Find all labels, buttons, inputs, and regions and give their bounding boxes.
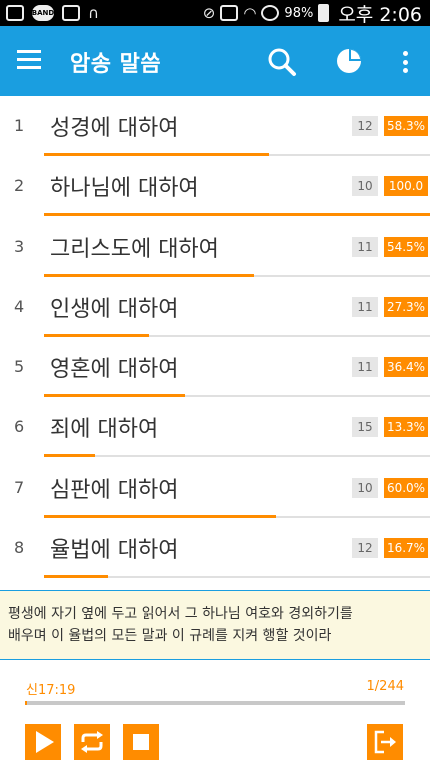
item-title: 죄에 대하여 bbox=[50, 417, 159, 443]
item-number: 7 bbox=[14, 477, 25, 497]
item-progress-track bbox=[44, 575, 430, 579]
menu-icon[interactable] bbox=[17, 50, 41, 70]
list-item[interactable]: 8 율법에 대하여 12 16.7% bbox=[0, 518, 430, 579]
item-percent-badge: 58.3% bbox=[384, 116, 428, 136]
item-number: 5 bbox=[14, 357, 25, 377]
list-item[interactable]: 3 그리스도에 대하여 11 54.5% bbox=[0, 217, 430, 277]
item-count-badge: 11 bbox=[352, 296, 378, 317]
item-title: 성경에 대하여 bbox=[50, 116, 179, 141]
item-count-badge: 11 bbox=[352, 236, 378, 257]
item-percent-badge: 54.5% bbox=[384, 236, 428, 257]
app-title: 암송 말씀 bbox=[70, 52, 162, 77]
image-icon bbox=[6, 5, 24, 21]
status-bar-left: BAND ∩ bbox=[6, 3, 99, 23]
pie-chart-icon[interactable] bbox=[334, 46, 364, 76]
status-bar-right: ⊘ ◠ 98% 오후 2:06 bbox=[203, 0, 422, 26]
battery-percent: 98% bbox=[284, 5, 314, 21]
playback-progress-fill bbox=[25, 701, 27, 705]
item-title: 심판에 대하여 bbox=[50, 477, 179, 503]
item-number: 8 bbox=[14, 538, 25, 558]
band-icon: BAND bbox=[32, 5, 54, 21]
item-number: 6 bbox=[14, 417, 25, 437]
item-percent-badge: 60.0% bbox=[384, 477, 428, 498]
item-count-badge: 15 bbox=[352, 417, 378, 438]
verse-panel: 평생에 자기 옆에 두고 읽어서 그 하나님 여호와 경외하기를 배우며 이 율… bbox=[0, 590, 430, 660]
item-number: 2 bbox=[14, 176, 25, 196]
item-title: 영혼에 대하여 bbox=[50, 357, 179, 383]
verse-position: 1/244 bbox=[366, 679, 404, 694]
item-percent-badge: 27.3% bbox=[384, 296, 428, 317]
headset-icon: ∩ bbox=[88, 3, 99, 22]
search-icon[interactable] bbox=[266, 46, 298, 78]
repeat-icon bbox=[81, 731, 103, 753]
item-title: 하나님에 대하여 bbox=[50, 176, 199, 202]
exit-icon bbox=[374, 730, 396, 754]
item-title: 인생에 대하여 bbox=[50, 296, 179, 322]
item-count-badge: 10 bbox=[352, 176, 378, 197]
topic-list: 1 성경에 대하여 12 58.3% 2 하나님에 대하여 10 100.0 3 그리스도에 대하… bbox=[0, 96, 430, 579]
exit-button[interactable] bbox=[367, 724, 403, 760]
verse-line-2: 배우며 이 율법의 모든 말과 이 규례를 지켜 행할 것이라 bbox=[8, 628, 332, 644]
wifi-icon: ◠ bbox=[243, 3, 257, 22]
nfc-icon bbox=[220, 5, 239, 21]
app-bar: 암송 말씀 bbox=[0, 26, 430, 96]
status-bar: BAND ∩ ⊘ ◠ 98% 오후 2:06 bbox=[0, 0, 430, 26]
list-item[interactable]: 5 영혼에 대하여 11 36.4% bbox=[0, 337, 430, 398]
item-count-badge: 10 bbox=[352, 477, 378, 498]
item-number: 3 bbox=[14, 236, 25, 256]
item-count-badge: 12 bbox=[352, 116, 378, 136]
item-percent-badge: 36.4% bbox=[384, 357, 428, 378]
play-icon bbox=[36, 731, 54, 753]
mute-icon: ⊘ bbox=[202, 3, 216, 22]
stop-icon bbox=[133, 734, 149, 750]
player-bar: 신17:19 1/244 bbox=[0, 661, 430, 772]
clock: 오후 2:06 bbox=[338, 3, 422, 26]
item-title: 그리스도에 대하여 bbox=[50, 236, 219, 262]
band-label: BAND bbox=[31, 9, 55, 17]
play-button[interactable] bbox=[25, 724, 61, 760]
stop-button[interactable] bbox=[123, 724, 159, 760]
more-vert-icon[interactable] bbox=[398, 48, 412, 76]
item-percent-badge: 100.0 bbox=[384, 176, 428, 197]
item-percent-badge: 13.3% bbox=[384, 417, 428, 438]
list-item[interactable]: 1 성경에 대하여 12 58.3% bbox=[0, 96, 430, 156]
list-item[interactable]: 6 죄에 대하여 15 13.3% bbox=[0, 397, 430, 458]
verse-line-1: 평생에 자기 옆에 두고 읽어서 그 하나님 여호와 경외하기를 bbox=[8, 606, 353, 622]
repeat-button[interactable] bbox=[74, 724, 110, 760]
item-count-badge: 11 bbox=[352, 357, 378, 378]
item-number: 4 bbox=[14, 296, 25, 316]
item-count-badge: 12 bbox=[352, 538, 378, 559]
item-title: 율법에 대하여 bbox=[50, 538, 179, 564]
playback-progress[interactable] bbox=[25, 701, 405, 705]
battery-icon bbox=[318, 4, 330, 22]
verse-reference: 신17:19 bbox=[26, 683, 76, 698]
blocked-notification-icon bbox=[62, 5, 80, 21]
no-sim-icon bbox=[261, 5, 280, 21]
list-item[interactable]: 4 인생에 대하여 11 27.3% bbox=[0, 277, 430, 337]
item-number: 1 bbox=[14, 116, 25, 135]
item-percent-badge: 16.7% bbox=[384, 538, 428, 559]
list-item[interactable]: 7 심판에 대하여 10 60.0% bbox=[0, 458, 430, 518]
list-item[interactable]: 2 하나님에 대하여 10 100.0 bbox=[0, 156, 430, 217]
item-progress-fill bbox=[44, 575, 109, 579]
